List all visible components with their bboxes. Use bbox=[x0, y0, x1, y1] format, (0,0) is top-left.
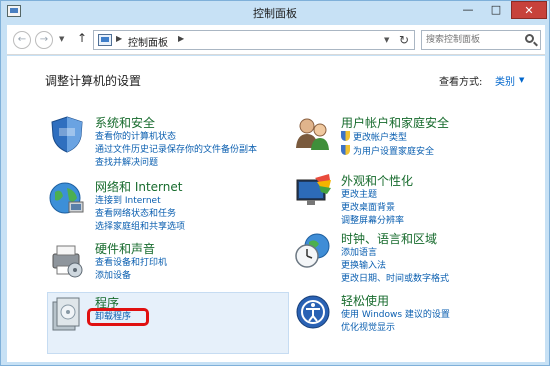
task-link-label: 更改帐户类型 bbox=[353, 133, 408, 143]
appearance-monitor-icon[interactable] bbox=[293, 172, 333, 212]
category-title[interactable]: 网络和 Internet bbox=[95, 178, 182, 195]
task-link[interactable]: 使用 Windows 建议的设置 bbox=[341, 309, 450, 322]
bottom-border bbox=[7, 362, 545, 365]
category-title[interactable]: 系统和安全 bbox=[95, 114, 155, 131]
task-link[interactable]: 查看网络状态和任务 bbox=[95, 208, 185, 221]
category-title[interactable]: 时钟、语言和区域 bbox=[341, 230, 437, 247]
page-title: 调整计算机的设置 bbox=[45, 74, 142, 88]
title-bar[interactable]: 控制面板 — □ ✕ bbox=[1, 1, 549, 23]
navigation-bar: ← → ▼ ↑ ▶ 控制面板 ▶ ▼ ↻ bbox=[7, 25, 545, 55]
task-link[interactable]: 通过文件历史记录保存你的文件备份副本 bbox=[95, 144, 257, 157]
content-area: 调整计算机的设置 查看方式: 类别 ▼ 系统和安全 查看你的计算机状态 通过文件… bbox=[7, 56, 545, 362]
minimize-button[interactable]: — bbox=[455, 1, 481, 19]
task-link[interactable]: 更换输入法 bbox=[341, 260, 449, 273]
control-panel-icon bbox=[98, 34, 112, 46]
ease-of-access-icon[interactable] bbox=[293, 292, 333, 332]
task-link[interactable]: 调整屏幕分辨率 bbox=[341, 215, 404, 228]
breadcrumb-chevron-icon[interactable]: ▶ bbox=[178, 34, 184, 43]
task-link-label: 为用户设置家庭安全 bbox=[353, 147, 435, 157]
task-link[interactable]: 更改帐户类型 bbox=[341, 131, 434, 145]
task-link[interactable]: 选择家庭组和共享选项 bbox=[95, 221, 185, 234]
address-dropdown-chevron-icon[interactable]: ▼ bbox=[384, 36, 389, 44]
task-link[interactable]: 添加语言 bbox=[341, 247, 449, 260]
category-title[interactable]: 硬件和声音 bbox=[95, 240, 155, 257]
task-link[interactable]: 查找并解决问题 bbox=[95, 157, 257, 170]
uac-shield-icon bbox=[341, 145, 350, 155]
task-link[interactable]: 更改桌面背景 bbox=[341, 202, 404, 215]
search-input[interactable] bbox=[426, 33, 518, 47]
uac-shield-icon bbox=[341, 131, 350, 141]
task-link[interactable]: 优化视觉显示 bbox=[341, 322, 450, 335]
up-button[interactable]: ↑ bbox=[77, 31, 87, 45]
search-icon[interactable] bbox=[525, 34, 534, 43]
category-title[interactable]: 外观和个性化 bbox=[341, 172, 413, 189]
view-by-label: 查看方式: bbox=[439, 77, 483, 88]
annotation-red-box bbox=[87, 308, 149, 326]
shield-icon[interactable] bbox=[47, 114, 87, 154]
view-by-dropdown[interactable]: 类别 bbox=[495, 73, 515, 88]
window-frame: 控制面板 — □ ✕ ← → ▼ ↑ ▶ 控制面板 ▶ ▼ ↻ 调整计算机的设置… bbox=[0, 0, 550, 366]
task-link[interactable]: 添加设备 bbox=[95, 270, 167, 283]
breadcrumb[interactable]: 控制面板 bbox=[128, 34, 168, 49]
task-link[interactable]: 连接到 Internet bbox=[95, 195, 185, 208]
category-title[interactable]: 轻松使用 bbox=[341, 292, 389, 309]
task-link[interactable]: 查看设备和打印机 bbox=[95, 257, 167, 270]
maximize-button[interactable]: □ bbox=[483, 1, 509, 19]
forward-button[interactable]: → bbox=[35, 31, 53, 49]
task-link[interactable]: 更改日期、时间或数字格式 bbox=[341, 273, 449, 286]
breadcrumb-chevron-icon[interactable]: ▶ bbox=[116, 34, 122, 43]
task-link[interactable]: 查看你的计算机状态 bbox=[95, 131, 257, 144]
category-title[interactable]: 用户帐户和家庭安全 bbox=[341, 114, 449, 131]
programs-box-icon[interactable] bbox=[47, 294, 87, 334]
recent-pages-chevron-icon[interactable]: ▼ bbox=[59, 35, 64, 43]
address-bar[interactable]: ▶ 控制面板 ▶ ▼ ↻ bbox=[93, 30, 415, 50]
printer-icon[interactable] bbox=[47, 240, 87, 280]
refresh-icon[interactable]: ↻ bbox=[399, 33, 409, 47]
back-button[interactable]: ← bbox=[13, 31, 31, 49]
users-icon[interactable] bbox=[293, 114, 333, 154]
chevron-down-icon[interactable]: ▼ bbox=[519, 76, 524, 84]
task-link[interactable]: 为用户设置家庭安全 bbox=[341, 145, 434, 159]
task-link[interactable]: 更改主题 bbox=[341, 189, 404, 202]
network-globe-icon[interactable] bbox=[47, 178, 87, 218]
close-button[interactable]: ✕ bbox=[511, 1, 547, 19]
clock-globe-icon[interactable] bbox=[293, 230, 333, 270]
search-box[interactable] bbox=[421, 30, 541, 50]
